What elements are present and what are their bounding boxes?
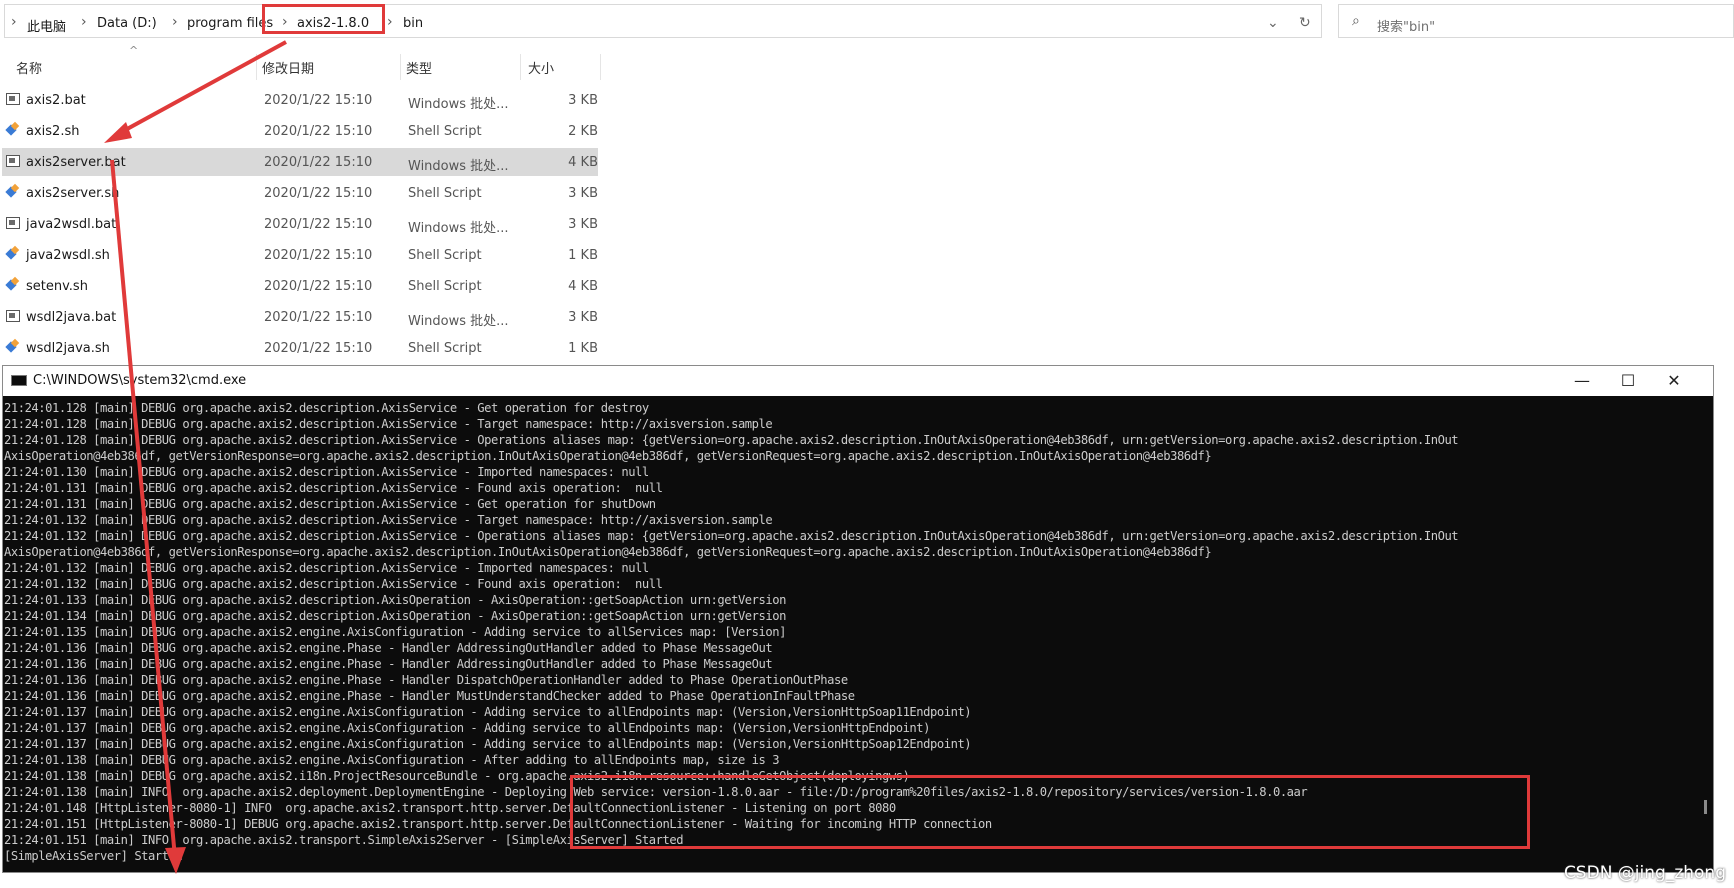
- arrow-head: [104, 122, 132, 143]
- arrow-to-console-started: [110, 159, 177, 859]
- annotation-arrows: [104, 40, 287, 874]
- watermark: CSDN @jing_zhong: [1563, 863, 1726, 883]
- arrow-to-axis2server: [117, 40, 287, 136]
- arrow-head: [165, 847, 186, 874]
